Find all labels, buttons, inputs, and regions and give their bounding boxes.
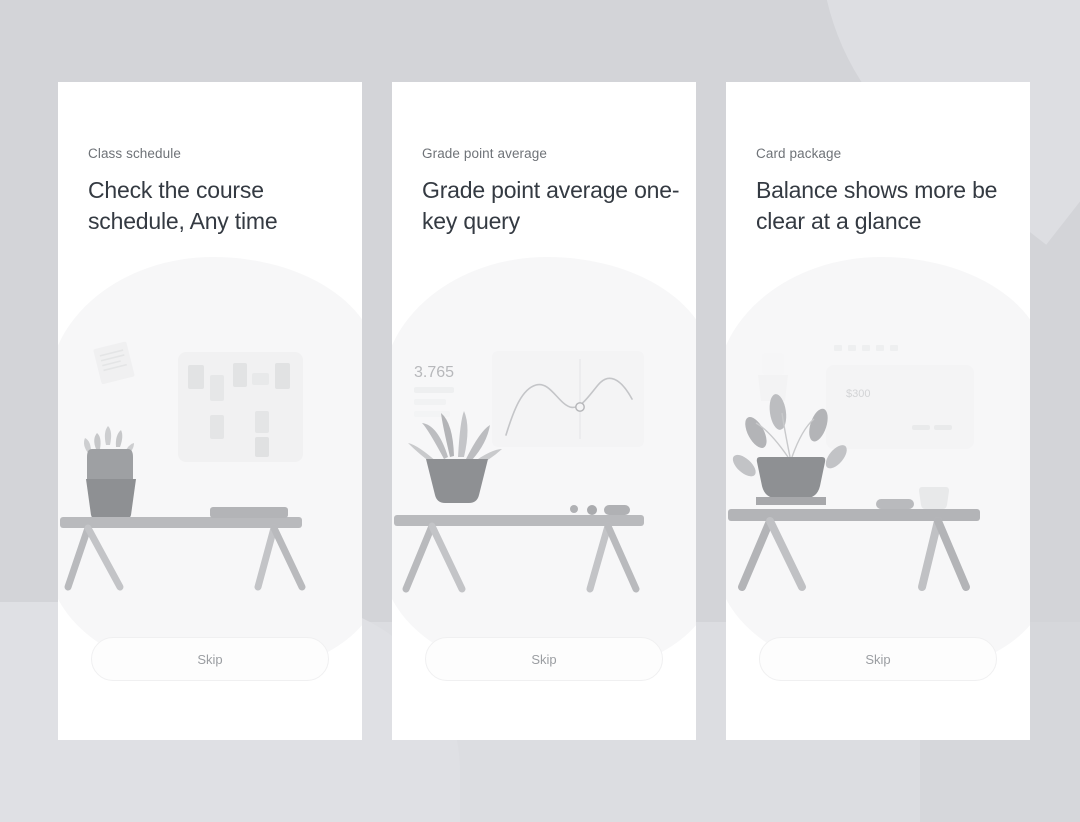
onboarding-card-class-schedule[interactable]: Class schedule Check the course schedule… (58, 82, 362, 740)
card-headline: Balance shows more be clear at a glance (756, 177, 998, 234)
card-kicker: Card package (756, 146, 842, 161)
onboarding-card-card-package[interactable]: Card package Balance shows more be clear… (726, 82, 1030, 740)
illustration-desk-with-cactus-and-noteboard (58, 337, 362, 607)
onboarding-card-grade-point-average[interactable]: Grade point average Grade point average … (392, 82, 696, 740)
skip-button[interactable]: Skip (759, 637, 997, 681)
skip-button[interactable]: Skip (425, 637, 663, 681)
card-balance-label: $300 (846, 388, 870, 400)
card-headline: Grade point average one-key query (422, 177, 680, 234)
onboarding-card-row: Class schedule Check the course schedule… (58, 82, 1030, 740)
illustration-desk-with-plant-and-line-chart: 3.765 (392, 337, 696, 607)
illustration-desk-with-plant-and-bank-card: $300 (726, 337, 1030, 607)
gpa-value-label: 3.765 (414, 364, 454, 381)
card-headline: Check the course schedule, Any time (88, 177, 278, 234)
screen: Class schedule Check the course schedule… (0, 0, 1080, 822)
skip-button[interactable]: Skip (91, 637, 329, 681)
card-kicker: Class schedule (88, 146, 181, 161)
card-kicker: Grade point average (422, 146, 547, 161)
